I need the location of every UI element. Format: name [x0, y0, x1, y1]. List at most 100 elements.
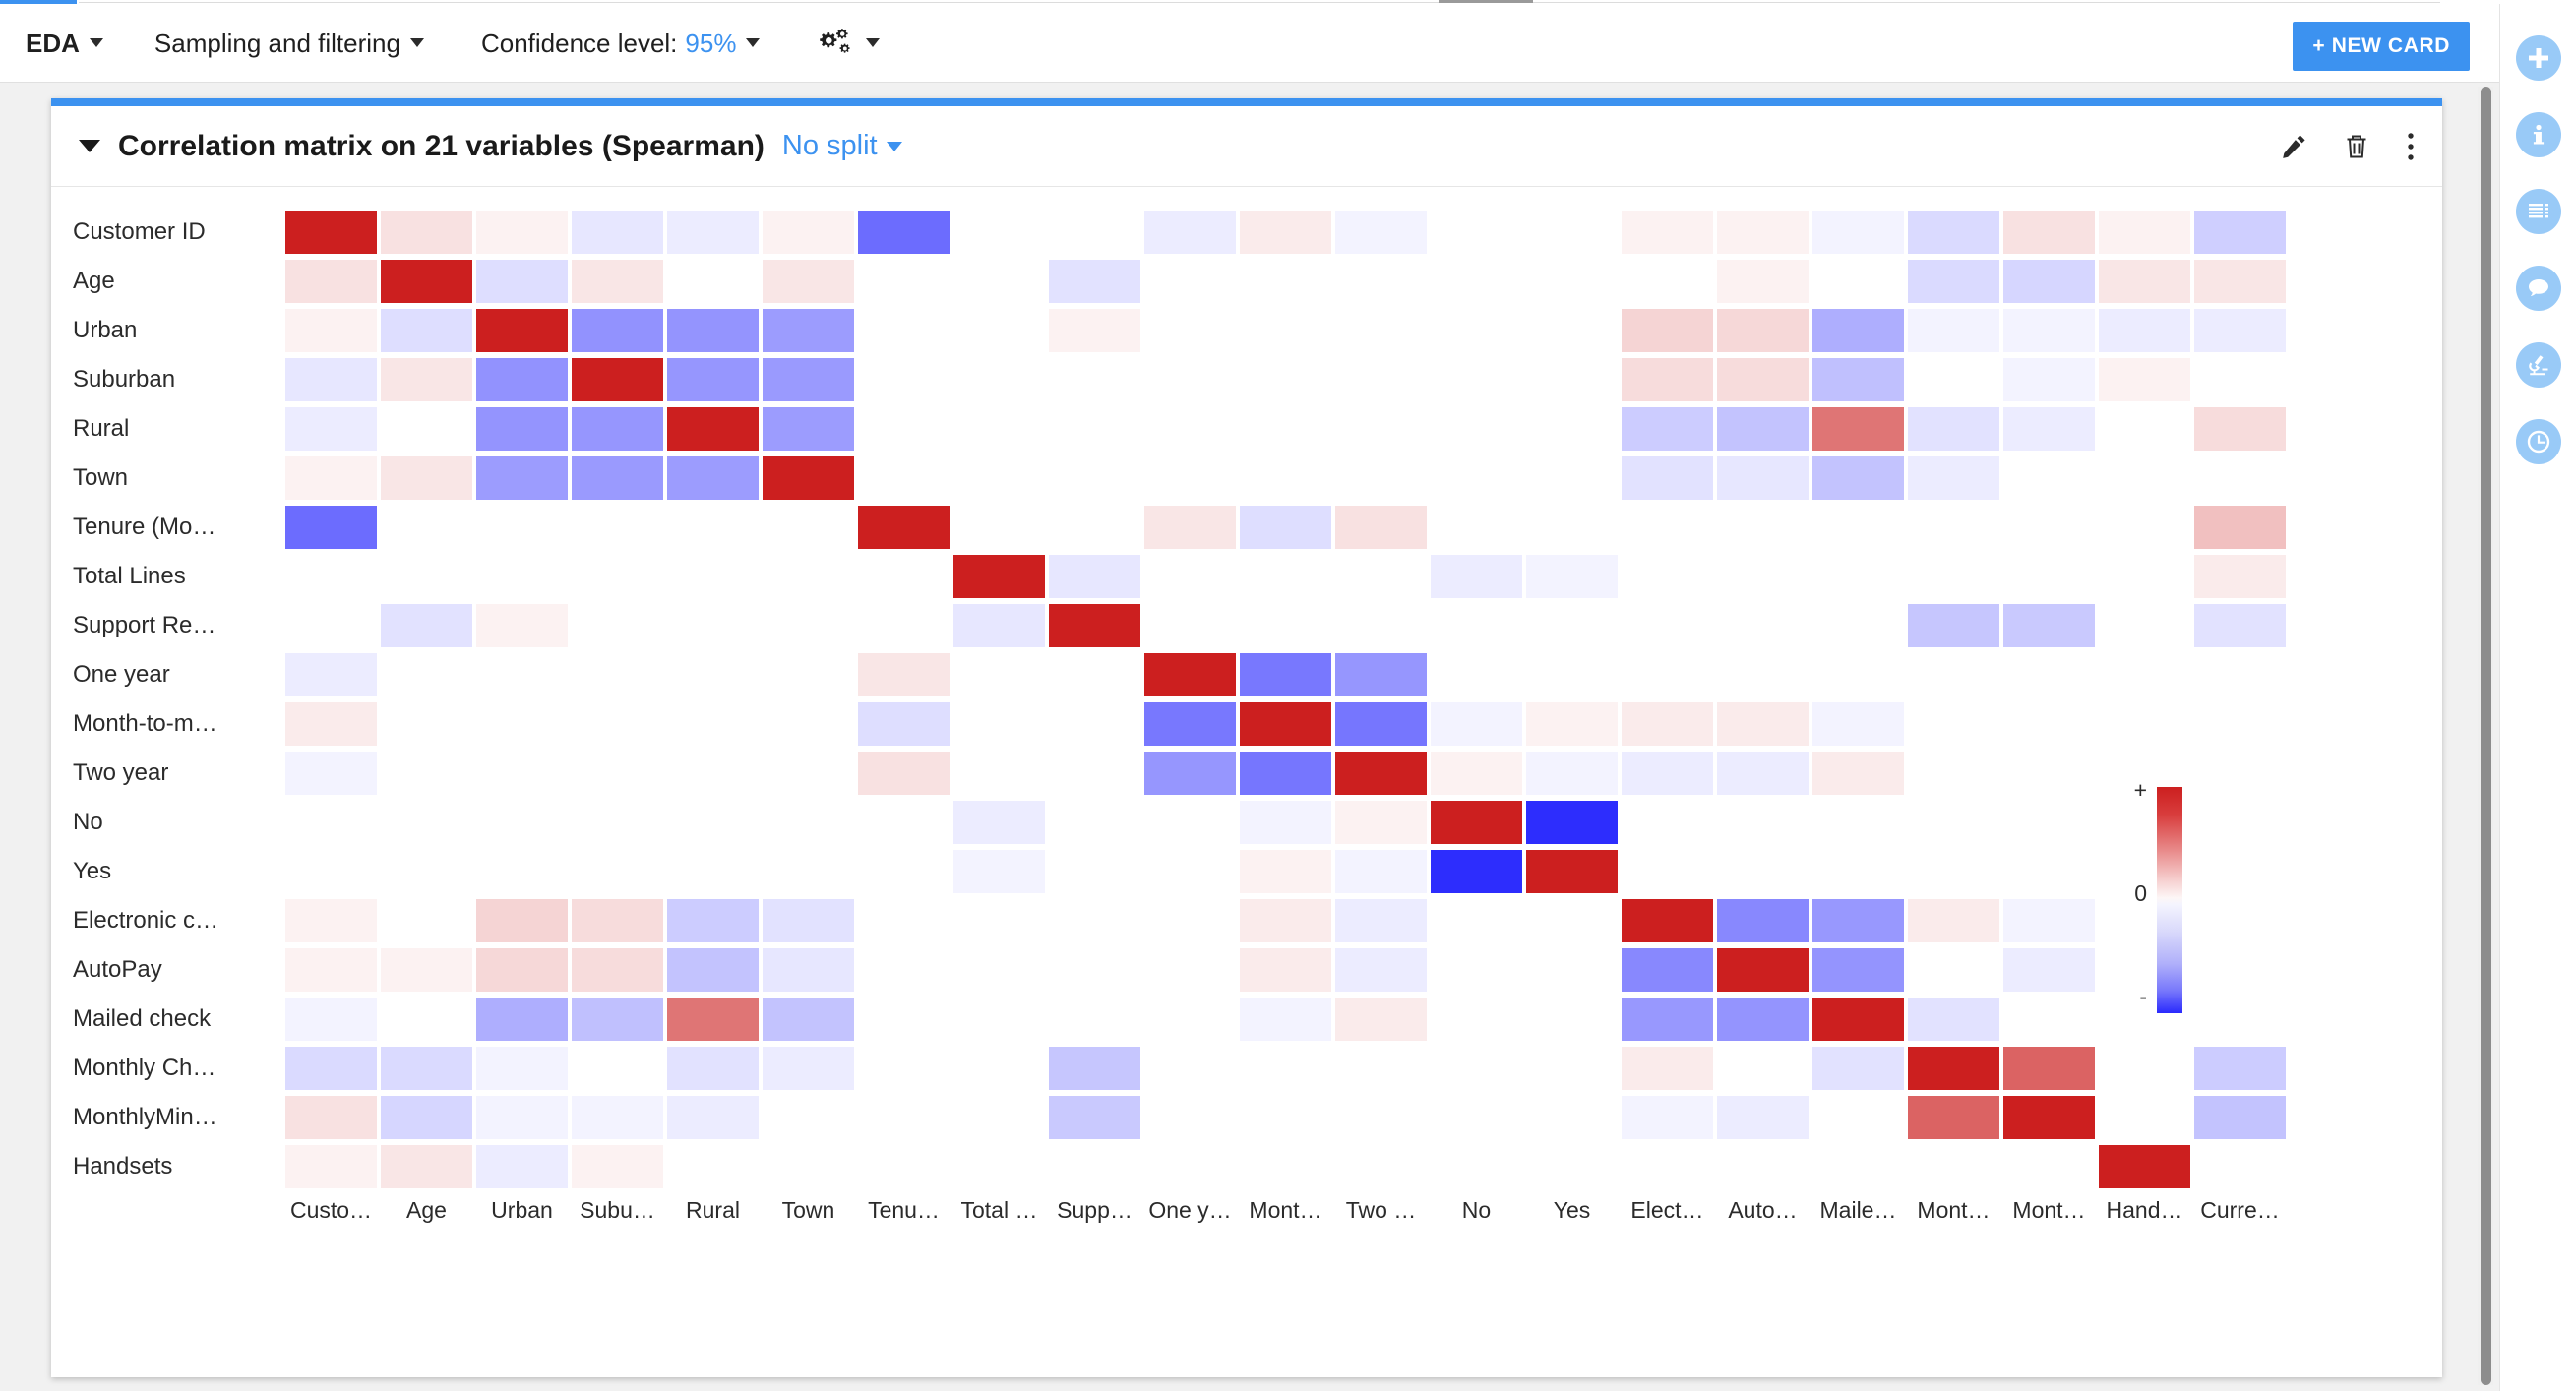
matrix-cell[interactable]	[474, 503, 570, 552]
matrix-cell[interactable]	[1620, 1093, 1715, 1142]
matrix-cell[interactable]	[2192, 1093, 2288, 1142]
matrix-cell[interactable]	[1333, 1142, 1429, 1191]
matrix-cell[interactable]	[2097, 503, 2192, 552]
matrix-cell[interactable]	[474, 798, 570, 847]
matrix-cell[interactable]	[951, 601, 1047, 650]
matrix-cell[interactable]	[379, 798, 474, 847]
matrix-cell[interactable]	[951, 355, 1047, 404]
matrix-cell[interactable]	[1810, 945, 1906, 995]
matrix-cell[interactable]	[570, 1142, 665, 1191]
matrix-cell[interactable]	[761, 1142, 856, 1191]
matrix-cell[interactable]	[1620, 552, 1715, 601]
matrix-cell[interactable]	[665, 552, 761, 601]
matrix-cell[interactable]	[1810, 355, 1906, 404]
matrix-cell[interactable]	[1142, 749, 1238, 798]
matrix-cell[interactable]	[474, 257, 570, 306]
matrix-cell[interactable]	[1810, 847, 1906, 896]
matrix-cell[interactable]	[665, 503, 761, 552]
matrix-cell[interactable]	[1142, 945, 1238, 995]
matrix-cell[interactable]	[1620, 945, 1715, 995]
matrix-cell[interactable]	[283, 1142, 379, 1191]
matrix-cell[interactable]	[1524, 601, 1620, 650]
matrix-cell[interactable]	[1047, 257, 1142, 306]
matrix-cell[interactable]	[1524, 1093, 1620, 1142]
matrix-cell[interactable]	[2192, 404, 2288, 454]
matrix-cell[interactable]	[283, 650, 379, 699]
matrix-cell[interactable]	[2192, 1044, 2288, 1093]
matrix-cell[interactable]	[1429, 847, 1524, 896]
matrix-cell[interactable]	[379, 552, 474, 601]
matrix-cell[interactable]	[1810, 995, 1906, 1044]
matrix-cell[interactable]	[856, 1093, 951, 1142]
matrix-cell[interactable]	[665, 355, 761, 404]
matrix-cell[interactable]	[1333, 1044, 1429, 1093]
matrix-cell[interactable]	[1524, 404, 1620, 454]
matrix-cell[interactable]	[474, 454, 570, 503]
matrix-cell[interactable]	[1715, 306, 1810, 355]
matrix-cell[interactable]	[1906, 945, 2001, 995]
matrix-cell[interactable]	[283, 945, 379, 995]
matrix-cell[interactable]	[1429, 404, 1524, 454]
matrix-cell[interactable]	[570, 454, 665, 503]
matrix-cell[interactable]	[856, 601, 951, 650]
matrix-cell[interactable]	[856, 1044, 951, 1093]
matrix-cell[interactable]	[570, 749, 665, 798]
matrix-cell[interactable]	[1238, 404, 1333, 454]
chat-icon[interactable]	[2515, 266, 2561, 311]
matrix-cell[interactable]	[1715, 945, 1810, 995]
matrix-cell[interactable]	[1429, 355, 1524, 404]
matrix-cell[interactable]	[1142, 306, 1238, 355]
matrix-cell[interactable]	[1715, 847, 1810, 896]
matrix-cell[interactable]	[283, 454, 379, 503]
matrix-cell[interactable]	[1238, 552, 1333, 601]
matrix-cell[interactable]	[2192, 601, 2288, 650]
matrix-cell[interactable]	[283, 306, 379, 355]
matrix-cell[interactable]	[1810, 404, 1906, 454]
matrix-cell[interactable]	[856, 945, 951, 995]
matrix-cell[interactable]	[379, 749, 474, 798]
notes-icon[interactable]	[2515, 189, 2561, 234]
matrix-cell[interactable]	[761, 454, 856, 503]
matrix-cell[interactable]	[1524, 454, 1620, 503]
matrix-cell[interactable]	[1524, 945, 1620, 995]
matrix-cell[interactable]	[1810, 749, 1906, 798]
matrix-cell[interactable]	[1810, 896, 1906, 945]
matrix-cell[interactable]	[951, 552, 1047, 601]
microscope-icon[interactable]	[2515, 342, 2561, 388]
matrix-cell[interactable]	[474, 896, 570, 945]
matrix-cell[interactable]	[856, 699, 951, 749]
matrix-cell[interactable]	[1429, 699, 1524, 749]
matrix-cell[interactable]	[1715, 1093, 1810, 1142]
matrix-cell[interactable]	[2192, 454, 2288, 503]
matrix-cell[interactable]	[1142, 208, 1238, 257]
matrix-cell[interactable]	[951, 503, 1047, 552]
matrix-cell[interactable]	[2001, 355, 2097, 404]
matrix-cell[interactable]	[1715, 749, 1810, 798]
matrix-cell[interactable]	[1429, 1142, 1524, 1191]
matrix-cell[interactable]	[570, 601, 665, 650]
matrix-cell[interactable]	[951, 1142, 1047, 1191]
matrix-cell[interactable]	[2192, 699, 2288, 749]
matrix-cell[interactable]	[1524, 306, 1620, 355]
matrix-cell[interactable]	[1238, 601, 1333, 650]
matrix-cell[interactable]	[1715, 601, 1810, 650]
matrix-cell[interactable]	[1715, 798, 1810, 847]
matrix-cell[interactable]	[1906, 650, 2001, 699]
matrix-cell[interactable]	[1620, 208, 1715, 257]
matrix-cell[interactable]	[2001, 257, 2097, 306]
matrix-cell[interactable]	[951, 995, 1047, 1044]
vertical-scrollbar[interactable]	[2478, 87, 2493, 1385]
matrix-cell[interactable]	[1047, 404, 1142, 454]
matrix-cell[interactable]	[2097, 1142, 2192, 1191]
matrix-cell[interactable]	[1906, 1093, 2001, 1142]
matrix-cell[interactable]	[379, 1093, 474, 1142]
matrix-cell[interactable]	[570, 847, 665, 896]
matrix-cell[interactable]	[379, 699, 474, 749]
matrix-cell[interactable]	[761, 699, 856, 749]
matrix-cell[interactable]	[1142, 1142, 1238, 1191]
matrix-cell[interactable]	[1047, 798, 1142, 847]
matrix-cell[interactable]	[2001, 847, 2097, 896]
matrix-cell[interactable]	[856, 306, 951, 355]
matrix-cell[interactable]	[1238, 896, 1333, 945]
matrix-cell[interactable]	[761, 208, 856, 257]
